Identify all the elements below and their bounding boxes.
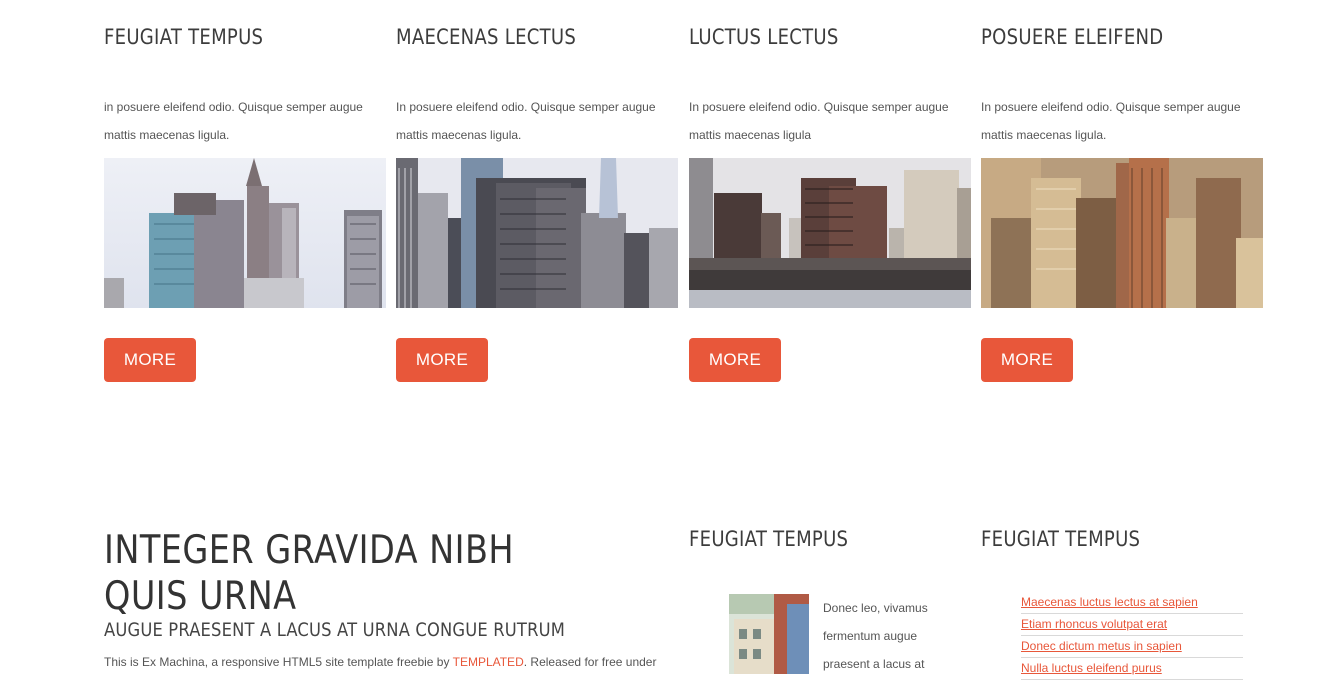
feature-image-city-towers [104,158,386,308]
more-button[interactable]: MORE [104,338,196,382]
sidebar-thumbnail-image [729,594,809,674]
feature-title: FEUGIAT TEMPUS [104,25,264,49]
feature-image-skyscrapers [396,158,678,308]
main-body-intro: This is Ex Machina, a responsive HTML5 s… [104,655,453,669]
feature-title: MAECENAS LECTUS [396,25,577,49]
list-item: Maecenas luctus lectus at sapien [1021,592,1243,614]
list-item: Nulla luctus eleifend purus [1021,658,1243,680]
feature-text: In posuere eleifend odio. Quisque semper… [689,100,949,142]
feature-title: LUCTUS LECTUS [689,25,839,49]
templated-link[interactable]: TEMPLATED [453,655,524,669]
sidebar-link[interactable]: Donec dictum metus in sapien [1021,639,1182,653]
more-button[interactable]: MORE [396,338,488,382]
main-subtitle: AUGUE PRAESENT A LACUS AT URNA CONGUE RU… [104,619,566,641]
list-item: Etiam rhoncus volutpat erat [1021,614,1243,636]
sidebar-link-list: Maecenas luctus lectus at sapien Etiam r… [1021,592,1243,680]
feature-image-waterfront [689,158,971,308]
main-title: INTEGER GRAVIDA NIBH QUIS URNA [104,528,515,619]
main-body-text: This is Ex Machina, a responsive HTML5 s… [104,655,664,669]
feature-title: POSUERE ELEIFEND [981,25,1164,49]
sidebar-link[interactable]: Etiam rhoncus volutpat erat [1021,617,1167,631]
feature-text: in posuere eleifend odio. Quisque semper… [104,100,363,142]
more-button[interactable]: MORE [981,338,1073,382]
feature-text: In posuere eleifend odio. Quisque semper… [981,100,1241,142]
page: FEUGIAT TEMPUS in posuere eleifend odio.… [0,0,1341,680]
feature-text: In posuere eleifend odio. Quisque semper… [396,100,656,142]
sidebar-right-title: FEUGIAT TEMPUS [981,527,1141,551]
feature-image-aerial-city [981,158,1263,308]
main-body-rest: . Released for free under [523,655,657,669]
sidebar-middle-text: Donec leo, vivamus fermentum augue praes… [823,601,928,671]
list-item: Donec dictum metus in sapien [1021,636,1243,658]
sidebar-link[interactable]: Nulla luctus eleifend purus [1021,661,1162,675]
sidebar-link[interactable]: Maecenas luctus lectus at sapien [1021,595,1198,609]
more-button[interactable]: MORE [689,338,781,382]
sidebar-middle-title: FEUGIAT TEMPUS [689,527,849,551]
